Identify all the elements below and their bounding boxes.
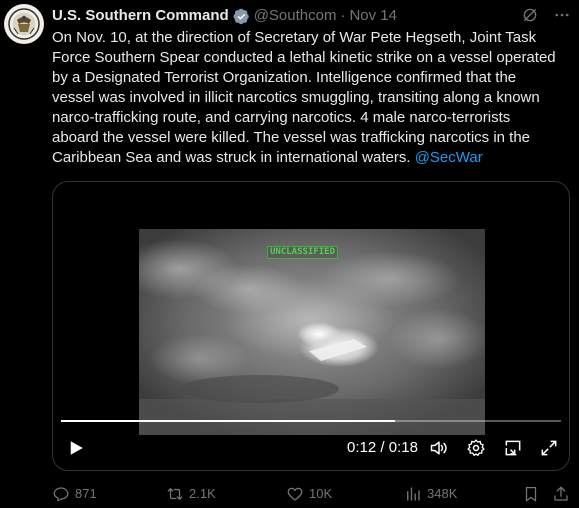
separator-dot: ·	[340, 7, 346, 24]
verified-badge-icon[interactable]	[233, 8, 250, 25]
reply-count: 871	[75, 486, 97, 501]
video-current-time: 0:12	[347, 439, 377, 456]
reply-button[interactable]: 871	[52, 484, 97, 504]
tweet-timestamp[interactable]: Nov 14	[349, 6, 397, 26]
video-player[interactable]: UNCLASSIFIED 0:12 / 0:18	[52, 181, 570, 471]
video-progress-fill	[61, 420, 395, 422]
southcom-seal-logo	[5, 5, 43, 43]
play-icon[interactable]	[67, 439, 85, 457]
volume-icon[interactable]	[429, 438, 449, 458]
avatar[interactable]	[4, 4, 44, 44]
tweet-text-line: Force Southern Spear conducted a lethal …	[52, 49, 556, 66]
tweet-text-line: by a Designated Terrorist Organization. …	[52, 69, 517, 86]
repost-count: 2.1K	[189, 486, 216, 501]
author-display-name[interactable]: U.S. Southern Command	[52, 6, 229, 26]
tweet-text-line: narco-trafficking route, and carrying na…	[52, 109, 511, 126]
video-frame[interactable]: UNCLASSIFIED	[139, 229, 485, 435]
more-icon[interactable]	[553, 6, 571, 24]
views-button[interactable]: 348K	[404, 484, 457, 504]
repost-button[interactable]: 2.1K	[166, 484, 216, 504]
tweet-text: On Nov. 10, at the direction of Secretar…	[52, 28, 572, 168]
bookmark-icon	[525, 486, 537, 502]
video-time-readout: 0:12 / 0:18	[347, 439, 418, 457]
like-button[interactable]: 10K	[286, 484, 332, 504]
tweet-text-line: vessel was involved in illicit narcotics…	[52, 89, 540, 106]
settings-gear-icon[interactable]	[466, 438, 486, 458]
video-controls: 0:12 / 0:18	[53, 432, 569, 464]
video-progress-bar[interactable]	[61, 420, 561, 422]
picture-in-picture-icon[interactable]	[503, 438, 523, 458]
thermal-strike-footage-image	[139, 229, 485, 435]
bookmark-button[interactable]	[522, 484, 540, 504]
video-time-separator: /	[380, 439, 385, 456]
tweet-header: U.S. Southern Command @Southcom · Nov 14	[52, 6, 397, 26]
share-icon	[554, 486, 568, 501]
fullscreen-icon[interactable]	[539, 438, 559, 458]
mention-link[interactable]: @SecWar	[415, 149, 483, 166]
views-count: 348K	[427, 486, 458, 501]
like-count: 10K	[309, 486, 333, 501]
reply-icon	[53, 487, 69, 502]
like-heart-icon	[287, 487, 303, 501]
tweet-action-bar: 871 2.1K 10K 348K	[52, 484, 572, 504]
share-button[interactable]	[552, 484, 570, 504]
grok-icon[interactable]	[521, 6, 539, 24]
classification-label: UNCLASSIFIED	[267, 246, 339, 259]
tweet-text-line: aboard the vessel were killed. The vesse…	[52, 129, 531, 146]
video-duration: 0:18	[388, 439, 418, 456]
repost-icon	[167, 488, 183, 500]
views-chart-icon	[407, 487, 420, 501]
tweet[interactable]: U.S. Southern Command @Southcom · Nov 14…	[0, 0, 579, 508]
tweet-text-line-end: Caribbean Sea and was struck in internat…	[52, 149, 411, 166]
tweet-top-actions	[521, 6, 571, 24]
tweet-text-line: On Nov. 10, at the direction of Secretar…	[52, 29, 537, 46]
tweet-text-line-last: Caribbean Sea and was struck in internat…	[52, 148, 572, 168]
author-handle[interactable]: @Southcom	[254, 6, 337, 26]
